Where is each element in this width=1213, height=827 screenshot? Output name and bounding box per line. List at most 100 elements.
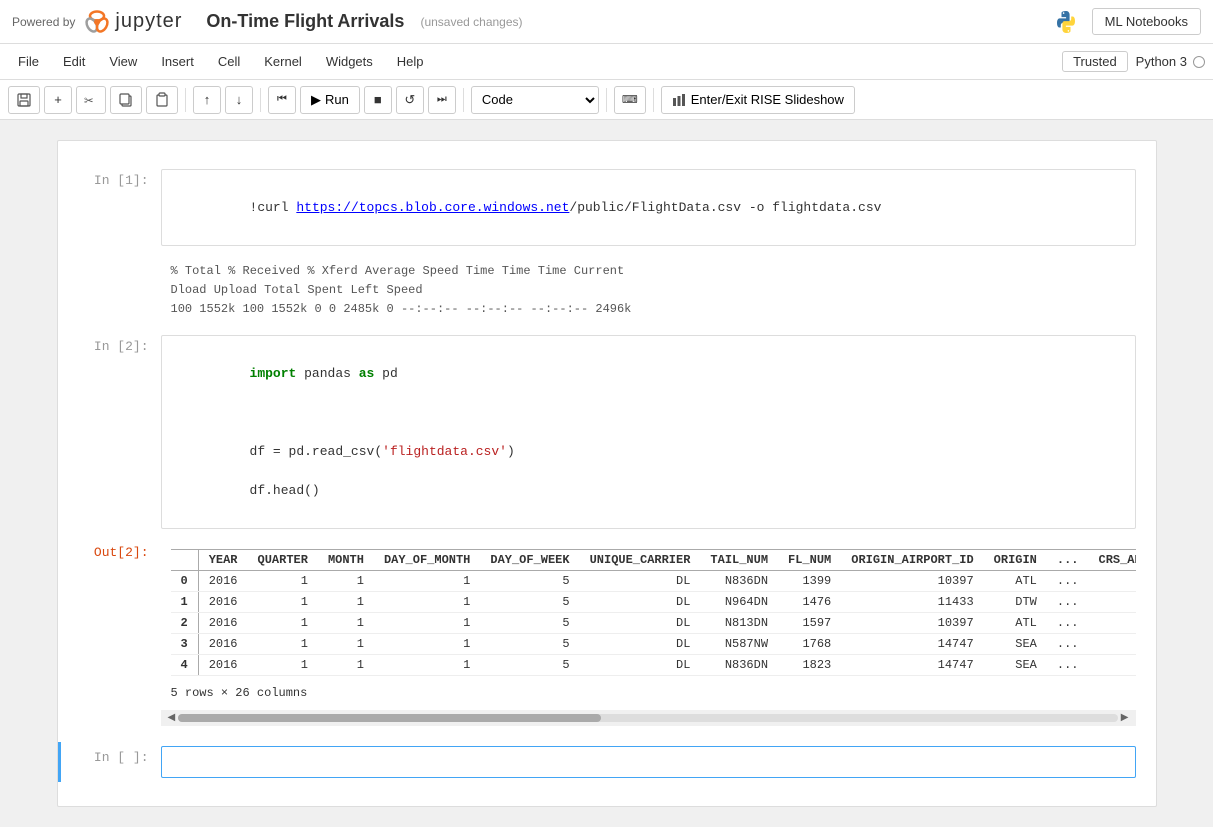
rise-button[interactable]: Enter/Exit RISE Slideshow <box>661 86 855 114</box>
trusted-button[interactable]: Trusted <box>1062 51 1128 72</box>
cell-crs-4 <box>1089 654 1136 675</box>
curl-output-cell: % Total % Received % Xferd Average Speed… <box>58 254 1156 328</box>
cell-dom-3: 1 <box>374 633 480 654</box>
scissors-icon: ✂ <box>84 93 98 107</box>
scrollbar-track[interactable] <box>178 714 1118 722</box>
cell-2-content[interactable]: import pandas as pd df = pd.read_csv('fl… <box>161 335 1136 529</box>
menu-right: Trusted Python 3 <box>1062 51 1205 72</box>
menu-cell[interactable]: Cell <box>208 51 250 72</box>
scroll-right-arrow[interactable]: ▶ <box>1118 712 1132 723</box>
header-left: Powered by jupyter On-Time Flight Arriva… <box>12 8 523 36</box>
df-col-tail: TAIL_NUM <box>700 549 778 570</box>
cell-orig-4: SEA <box>984 654 1047 675</box>
cell-year-0: 2016 <box>198 570 247 591</box>
copy-button[interactable] <box>110 86 142 114</box>
cell-dom-4: 1 <box>374 654 480 675</box>
run-button[interactable]: ▶ Run <box>300 86 360 114</box>
table-row: 1 2016 1 1 1 5 DL N964DN 1476 11433 DTW <box>171 591 1136 612</box>
row-idx-0: 0 <box>171 570 199 591</box>
arrow-up-icon: ↑ <box>204 92 211 107</box>
cell-crs-1 <box>1089 591 1136 612</box>
as-keyword: as <box>359 366 375 381</box>
cell-2-label: In [2]: <box>81 335 161 354</box>
move-up-button[interactable]: ↑ <box>193 86 221 114</box>
top-header: Powered by jupyter On-Time Flight Arriva… <box>0 0 1213 44</box>
cell-crs-0 <box>1089 570 1136 591</box>
menu-insert[interactable]: Insert <box>151 51 204 72</box>
cell-tail-0: N836DN <box>700 570 778 591</box>
restart-icon: ↺ <box>404 92 415 108</box>
keyboard-shortcut-button[interactable]: ⌨ <box>614 86 646 114</box>
menu-file[interactable]: File <box>8 51 49 72</box>
paste-icon <box>154 92 170 108</box>
filename-str: 'flightdata.csv' <box>382 444 507 459</box>
menu-kernel[interactable]: Kernel <box>254 51 312 72</box>
cell-1[interactable]: In [1]: !curl https://topcs.blob.core.wi… <box>58 165 1156 250</box>
cell-tail-4: N836DN <box>700 654 778 675</box>
menu-view[interactable]: View <box>99 51 147 72</box>
menu-bar: File Edit View Insert Cell Kernel Widget… <box>0 44 1213 80</box>
kernel-info: Python 3 <box>1136 54 1205 69</box>
cell-2-output: Out[2]: YEAR QUARTER MONTH DAY_OF_MONTH … <box>58 537 1156 738</box>
cell-type-select[interactable]: Code Markdown Raw NBConvert Heading <box>471 86 599 114</box>
cell-1-content[interactable]: !curl https://topcs.blob.core.windows.ne… <box>161 169 1136 246</box>
cell-empty-content[interactable] <box>161 746 1136 778</box>
cell-2-code[interactable]: import pandas as pd df = pd.read_csv('fl… <box>162 336 1135 528</box>
paste-button[interactable] <box>146 86 178 114</box>
cell-empty-label: In [ ]: <box>81 746 161 765</box>
cell-dow-1: 5 <box>480 591 579 612</box>
cut-button[interactable]: ✂ <box>76 86 106 114</box>
scroll-left-arrow[interactable]: ◀ <box>165 712 179 723</box>
run-label: Run <box>325 92 349 107</box>
chart-bar-icon <box>672 93 686 107</box>
cell-tail-1: N964DN <box>700 591 778 612</box>
fast-back-button[interactable]: ⏮ <box>268 86 296 114</box>
kernel-status-circle <box>1193 56 1205 68</box>
rise-label: Enter/Exit RISE Slideshow <box>691 92 844 107</box>
cell-dow-0: 5 <box>480 570 579 591</box>
jupyter-text: jupyter <box>115 10 182 33</box>
unsaved-changes: (unsaved changes) <box>420 15 522 29</box>
dataframe-wrapper[interactable]: YEAR QUARTER MONTH DAY_OF_MONTH DAY_OF_W… <box>161 541 1136 734</box>
move-down-button[interactable]: ↓ <box>225 86 253 114</box>
df-col-year: YEAR <box>198 549 247 570</box>
cell-orig-3: SEA <box>984 633 1047 654</box>
copy-icon <box>118 92 134 108</box>
table-row: 4 2016 1 1 1 5 DL N836DN 1823 14747 SEA <box>171 654 1136 675</box>
save-button[interactable] <box>8 86 40 114</box>
cell-m-2: 1 <box>318 612 374 633</box>
scrollbar-thumb[interactable] <box>178 714 601 722</box>
fast-forward-button[interactable]: ⏭ <box>428 86 456 114</box>
jupyter-icon <box>83 8 111 36</box>
powered-by-text: Powered by <box>12 15 75 29</box>
plus-icon: + <box>54 92 62 107</box>
cell-fl-2: 1597 <box>778 612 841 633</box>
stop-button[interactable]: ■ <box>364 86 392 114</box>
cell-empty-input[interactable] <box>162 747 1135 767</box>
menu-edit[interactable]: Edit <box>53 51 95 72</box>
cell-q-3: 1 <box>248 633 318 654</box>
cell-year-4: 2016 <box>198 654 247 675</box>
ml-notebooks-button[interactable]: ML Notebooks <box>1092 8 1201 35</box>
restart-button[interactable]: ↺ <box>396 86 424 114</box>
table-row: 0 2016 1 1 1 5 DL N836DN 1399 10397 ATL <box>171 570 1136 591</box>
horizontal-scrollbar[interactable]: ◀ ▶ <box>161 710 1136 726</box>
add-cell-button[interactable]: + <box>44 86 72 114</box>
cell-1-code[interactable]: !curl https://topcs.blob.core.windows.ne… <box>162 170 1135 245</box>
keyboard-icon: ⌨ <box>622 93 638 106</box>
menu-help[interactable]: Help <box>387 51 434 72</box>
fast-back-icon: ⏮ <box>277 93 287 106</box>
cell-ell-0: ... <box>1047 570 1089 591</box>
cell-aid-4: 14747 <box>841 654 983 675</box>
notebook-title[interactable]: On-Time Flight Arrivals <box>206 11 404 32</box>
cell-year-2: 2016 <box>198 612 247 633</box>
cell-q-4: 1 <box>248 654 318 675</box>
menu-widgets[interactable]: Widgets <box>316 51 383 72</box>
cell-empty[interactable]: In [ ]: <box>58 742 1156 782</box>
cell-aid-0: 10397 <box>841 570 983 591</box>
cell-ell-1: ... <box>1047 591 1089 612</box>
cell-crs-2 <box>1089 612 1136 633</box>
cell-crs-3 <box>1089 633 1136 654</box>
import-keyword: import <box>250 366 297 381</box>
cell-2[interactable]: In [2]: import pandas as pd df = pd.read… <box>58 331 1156 533</box>
